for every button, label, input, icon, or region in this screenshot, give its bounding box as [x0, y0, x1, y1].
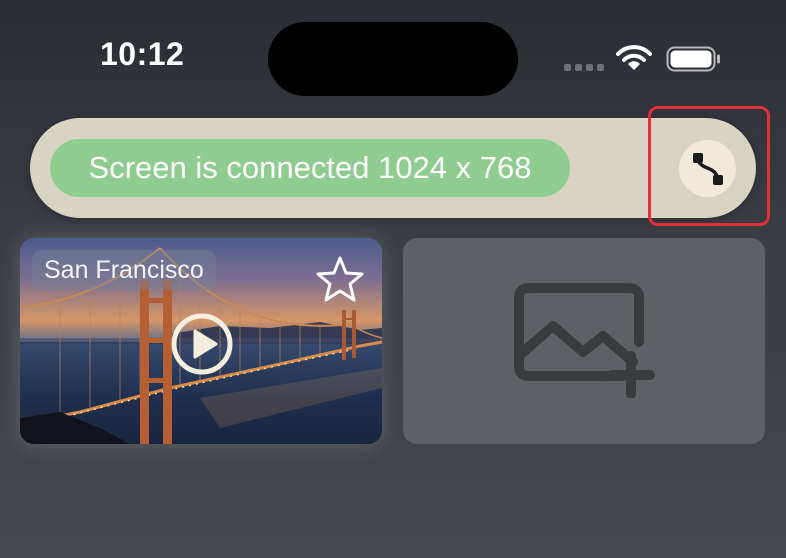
battery-icon	[666, 46, 720, 72]
add-image-icon	[514, 283, 655, 398]
star-icon[interactable]	[315, 255, 365, 303]
add-image-card[interactable]	[403, 238, 765, 444]
card-title: San Francisco	[32, 250, 216, 290]
video-card-san-francisco[interactable]: San Francisco	[20, 238, 382, 444]
wifi-icon	[616, 45, 652, 70]
highlight-box	[648, 106, 770, 226]
play-icon[interactable]	[170, 312, 234, 376]
status-bar: 10:12	[0, 0, 786, 110]
connection-status-badge: Screen is connected 1024 x 768	[50, 139, 570, 197]
cellular-signal-icon	[564, 64, 604, 72]
dynamic-island	[268, 22, 518, 96]
status-time: 10:12	[100, 36, 185, 72]
